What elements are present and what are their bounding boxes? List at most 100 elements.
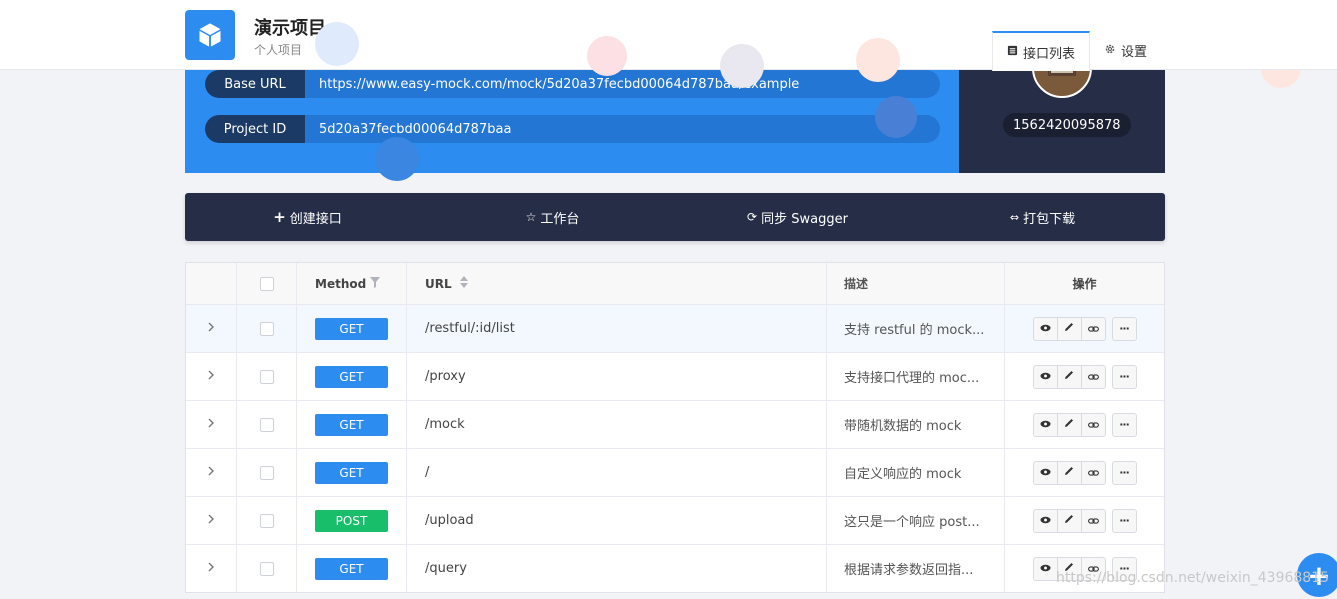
base-url-value[interactable]: https://www.easy-mock.com/mock/5d20a37fe… bbox=[305, 77, 799, 92]
desc-cell: 自定义响应的 mock bbox=[827, 449, 1005, 496]
url-cell: / bbox=[407, 449, 827, 496]
ops-cell: ··· bbox=[1005, 497, 1164, 544]
project-title: 演示项目 bbox=[254, 18, 326, 39]
row-checkbox[interactable] bbox=[259, 513, 274, 528]
more-button[interactable]: ··· bbox=[1111, 412, 1137, 437]
header-url[interactable]: URL bbox=[407, 263, 827, 304]
tab-settings[interactable]: 设置 bbox=[1090, 31, 1161, 70]
desc-cell: 根据请求参数返回指... bbox=[827, 545, 1005, 592]
sync-icon: ⟳ bbox=[747, 210, 758, 224]
edit-button[interactable] bbox=[1056, 316, 1082, 341]
chevron-right-icon[interactable] bbox=[208, 417, 215, 432]
ops-button-group bbox=[1032, 412, 1106, 437]
table-row[interactable]: GET /restful/:id/list 支持 restful 的 mock.… bbox=[186, 304, 1164, 352]
method-cell: GET bbox=[297, 449, 407, 496]
method-badge: GET bbox=[315, 413, 388, 436]
url-header-label: URL bbox=[425, 276, 452, 291]
desc-cell: 这只是一个响应 post... bbox=[827, 497, 1005, 544]
preview-button[interactable] bbox=[1032, 460, 1058, 485]
row-checkbox[interactable] bbox=[259, 369, 274, 384]
project-logo bbox=[185, 10, 235, 60]
tab-label: 设置 bbox=[1121, 45, 1148, 60]
checkbox-cell bbox=[237, 305, 297, 352]
method-badge: POST bbox=[315, 509, 388, 532]
desc-cell: 支持 restful 的 mock... bbox=[827, 305, 1005, 352]
more-button[interactable]: ··· bbox=[1111, 364, 1137, 389]
ops-button-group bbox=[1032, 364, 1106, 389]
chevron-right-icon[interactable] bbox=[208, 321, 215, 336]
url-cell: /proxy bbox=[407, 353, 827, 400]
method-header-label: Method bbox=[315, 276, 367, 291]
table-row[interactable]: GET /mock 带随机数据的 mock ··· bbox=[186, 400, 1164, 448]
chevron-right-icon[interactable] bbox=[208, 369, 215, 384]
download-button[interactable]: ⇔ 打包下载 bbox=[920, 193, 1165, 241]
row-checkbox[interactable] bbox=[259, 465, 274, 480]
chevron-right-icon[interactable] bbox=[208, 465, 215, 480]
eye-icon bbox=[1039, 562, 1051, 575]
preview-button[interactable] bbox=[1032, 316, 1058, 341]
base-url-pill[interactable]: Base URL https://www.easy-mock.com/mock/… bbox=[205, 70, 940, 98]
ellipsis-icon: ··· bbox=[1119, 322, 1130, 335]
copy-link-button[interactable] bbox=[1080, 508, 1106, 533]
method-cell: GET bbox=[297, 305, 407, 352]
owner-panel: 1562420095878 bbox=[959, 38, 1165, 173]
workbench-label: 工作台 bbox=[540, 211, 580, 227]
table-row[interactable]: GET /proxy 支持接口代理的 moc... ··· bbox=[186, 352, 1164, 400]
more-button[interactable]: ··· bbox=[1111, 316, 1137, 341]
eye-icon bbox=[1039, 370, 1051, 383]
copy-link-button[interactable] bbox=[1080, 316, 1106, 341]
pencil-icon bbox=[1064, 418, 1074, 431]
project-id-value[interactable]: 5d20a37fecbd00064d787baa bbox=[305, 122, 511, 137]
edit-button[interactable] bbox=[1056, 412, 1082, 437]
checkbox-cell bbox=[237, 497, 297, 544]
watermark: https://blog.csdn.net/weixin_43968815 bbox=[1056, 570, 1330, 586]
tab-api-list[interactable]: 接口列表 bbox=[992, 31, 1091, 71]
sort-icon[interactable] bbox=[459, 276, 468, 291]
table-row[interactable]: POST /upload 这只是一个响应 post... ··· bbox=[186, 496, 1164, 544]
chevron-right-icon[interactable] bbox=[208, 513, 215, 528]
table-row[interactable]: GET /query 根据请求参数返回指... ··· bbox=[186, 544, 1164, 592]
desc-cell: 带随机数据的 mock bbox=[827, 401, 1005, 448]
eye-icon bbox=[1039, 514, 1051, 527]
row-checkbox[interactable] bbox=[259, 321, 274, 336]
project-subtitle: 个人项目 bbox=[254, 43, 303, 57]
more-button[interactable]: ··· bbox=[1111, 460, 1137, 485]
sync-swagger-label: 同步 Swagger bbox=[761, 211, 848, 227]
pencil-icon bbox=[1064, 466, 1074, 479]
edit-button[interactable] bbox=[1056, 508, 1082, 533]
download-label: 打包下载 bbox=[1023, 211, 1076, 227]
filter-icon[interactable] bbox=[370, 276, 381, 291]
edit-button[interactable] bbox=[1056, 460, 1082, 485]
table-row[interactable]: GET / 自定义响应的 mock ··· bbox=[186, 448, 1164, 496]
preview-button[interactable] bbox=[1032, 556, 1058, 581]
preview-button[interactable] bbox=[1032, 508, 1058, 533]
row-checkbox[interactable] bbox=[259, 417, 274, 432]
header-checkbox-cell bbox=[237, 263, 297, 304]
link-icon bbox=[1087, 322, 1099, 335]
chevron-right-icon[interactable] bbox=[208, 561, 215, 576]
project-info-panel: Base URL https://www.easy-mock.com/mock/… bbox=[185, 60, 959, 181]
more-button[interactable]: ··· bbox=[1111, 508, 1137, 533]
sync-swagger-button[interactable]: ⟳ 同步 Swagger bbox=[675, 193, 920, 241]
copy-link-button[interactable] bbox=[1080, 460, 1106, 485]
cube-icon bbox=[199, 23, 221, 47]
preview-button[interactable] bbox=[1032, 412, 1058, 437]
create-api-button[interactable]: + 创建接口 bbox=[185, 193, 430, 241]
header-ops: 操作 bbox=[1072, 277, 1097, 291]
select-all-checkbox[interactable] bbox=[259, 276, 274, 291]
ops-cell: ··· bbox=[1005, 401, 1164, 448]
edit-button[interactable] bbox=[1056, 364, 1082, 389]
header-method[interactable]: Method bbox=[297, 263, 407, 304]
row-checkbox[interactable] bbox=[259, 561, 274, 576]
expand-cell bbox=[186, 305, 237, 352]
copy-link-button[interactable] bbox=[1080, 364, 1106, 389]
method-badge: GET bbox=[315, 365, 388, 388]
project-id-pill[interactable]: Project ID 5d20a37fecbd00064d787baa bbox=[205, 115, 940, 143]
expand-cell bbox=[186, 449, 237, 496]
checkbox-cell bbox=[237, 545, 297, 592]
copy-link-button[interactable] bbox=[1080, 412, 1106, 437]
workbench-button[interactable]: ☆ 工作台 bbox=[430, 193, 675, 241]
link-icon bbox=[1087, 466, 1099, 479]
preview-button[interactable] bbox=[1032, 364, 1058, 389]
link-icon bbox=[1087, 370, 1099, 383]
